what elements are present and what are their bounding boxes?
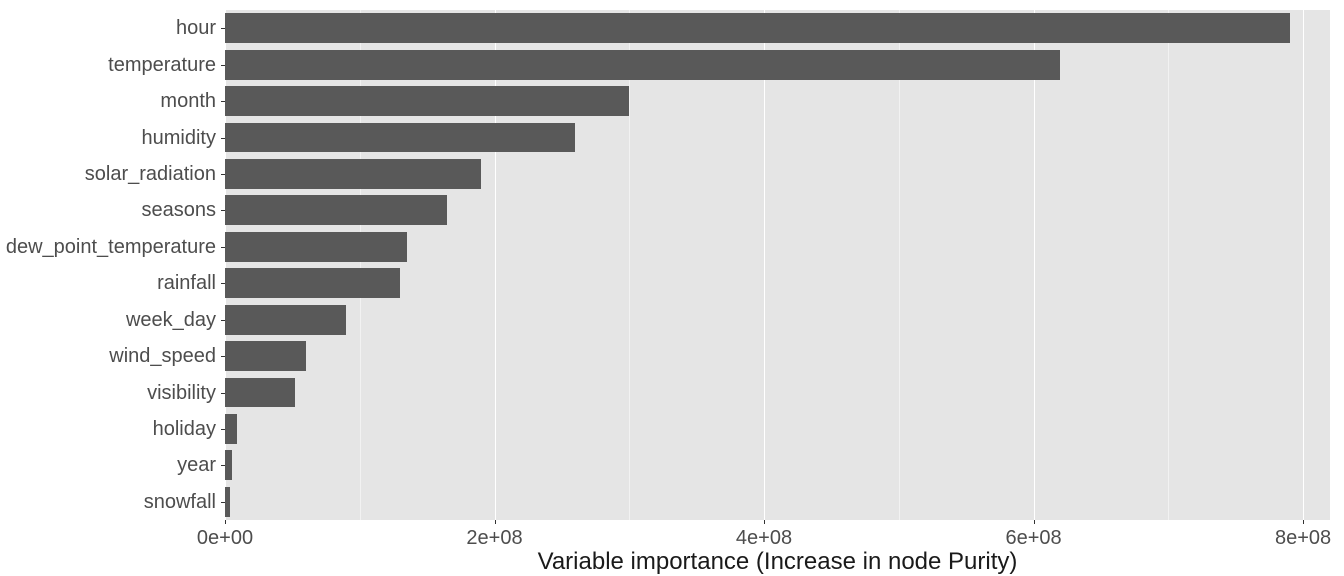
bar bbox=[225, 195, 447, 225]
x-tick-mark bbox=[1303, 520, 1304, 524]
y-tick-mark bbox=[221, 502, 225, 503]
gridline-minor bbox=[899, 10, 900, 520]
y-tick-label: holiday bbox=[1, 419, 216, 439]
y-tick-label: week_day bbox=[1, 310, 216, 330]
x-axis-title: Variable importance (Increase in node Pu… bbox=[225, 548, 1330, 576]
gridline-major bbox=[1303, 10, 1304, 520]
x-tick-label: 2e+08 bbox=[466, 527, 522, 550]
y-tick-mark bbox=[221, 247, 225, 248]
x-tick-mark bbox=[225, 520, 226, 524]
gridline-major bbox=[764, 10, 765, 520]
gridline-minor bbox=[629, 10, 630, 520]
y-tick-mark bbox=[221, 101, 225, 102]
gridline-major bbox=[1034, 10, 1035, 520]
plot-panel bbox=[225, 10, 1330, 520]
y-tick-label: snowfall bbox=[1, 492, 216, 512]
bar bbox=[225, 450, 232, 480]
bar bbox=[225, 50, 1060, 80]
y-tick-label: visibility bbox=[1, 383, 216, 403]
x-tick-label: 6e+08 bbox=[1005, 527, 1061, 550]
gridline-minor bbox=[1168, 10, 1169, 520]
y-tick-label: year bbox=[1, 455, 216, 475]
variable-importance-chart: Variable importance (Increase in node Pu… bbox=[0, 0, 1344, 576]
bar bbox=[225, 305, 346, 335]
y-tick-label: humidity bbox=[1, 128, 216, 148]
y-tick-label: dew_point_temperature bbox=[1, 237, 216, 257]
x-tick-mark bbox=[764, 520, 765, 524]
y-tick-label: temperature bbox=[1, 55, 216, 75]
y-tick-mark bbox=[221, 465, 225, 466]
bar bbox=[225, 341, 306, 371]
y-tick-mark bbox=[221, 28, 225, 29]
y-tick-label: solar_radiation bbox=[1, 164, 216, 184]
y-tick-mark bbox=[221, 283, 225, 284]
x-tick-label: 0e+00 bbox=[197, 527, 253, 550]
bar bbox=[225, 414, 237, 444]
y-tick-mark bbox=[221, 174, 225, 175]
x-tick-mark bbox=[1034, 520, 1035, 524]
y-tick-label: month bbox=[1, 91, 216, 111]
bar bbox=[225, 232, 407, 262]
y-tick-mark bbox=[221, 356, 225, 357]
y-tick-label: wind_speed bbox=[1, 346, 216, 366]
x-tick-label: 4e+08 bbox=[736, 527, 792, 550]
y-tick-mark bbox=[221, 429, 225, 430]
x-tick-label: 8e+08 bbox=[1275, 527, 1331, 550]
bar bbox=[225, 487, 230, 517]
bar bbox=[225, 86, 629, 116]
x-tick-mark bbox=[495, 520, 496, 524]
bar bbox=[225, 268, 400, 298]
bar bbox=[225, 13, 1290, 43]
y-tick-mark bbox=[221, 320, 225, 321]
bar bbox=[225, 123, 575, 153]
bar bbox=[225, 378, 295, 408]
y-tick-mark bbox=[221, 138, 225, 139]
y-tick-mark bbox=[221, 210, 225, 211]
y-tick-label: hour bbox=[1, 18, 216, 38]
y-tick-mark bbox=[221, 393, 225, 394]
bar bbox=[225, 159, 481, 189]
y-tick-label: rainfall bbox=[1, 273, 216, 293]
y-tick-label: seasons bbox=[1, 200, 216, 220]
y-tick-mark bbox=[221, 65, 225, 66]
